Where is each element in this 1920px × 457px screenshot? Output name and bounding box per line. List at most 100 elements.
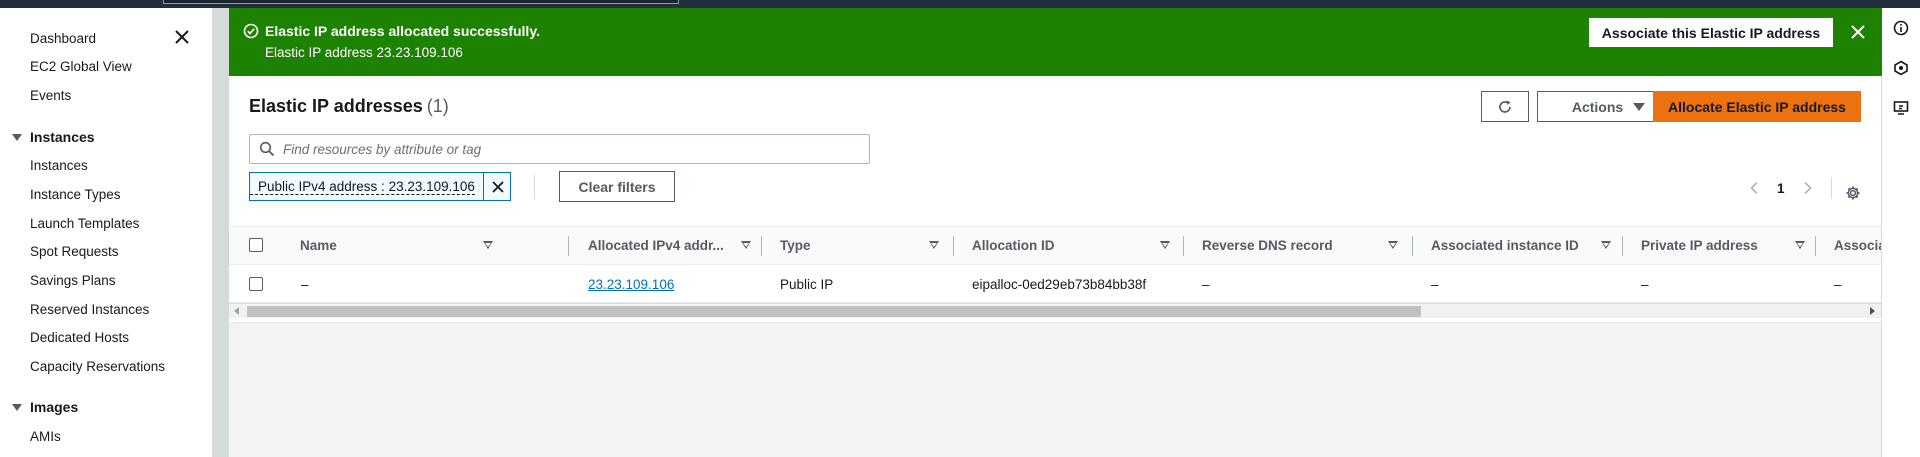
tools-rail	[1882, 8, 1920, 457]
cell-allocation-id: eipalloc-0ed29eb73b84bb38f	[972, 276, 1147, 292]
column-label: Reverse DNS record	[1202, 238, 1333, 253]
sort-icon	[483, 241, 493, 249]
cell-association: –	[1834, 276, 1842, 292]
caret-down-icon	[12, 403, 22, 411]
table-horizontal-scrollbar[interactable]	[229, 303, 1881, 318]
clear-filters-button[interactable]: Clear filters	[559, 171, 675, 202]
sidebar-scrollbar[interactable]	[212, 8, 229, 457]
resource-count: (1)	[426, 96, 449, 116]
sidebar-item-spot-requests[interactable]: Spot Requests	[30, 244, 119, 259]
caret-down-icon	[1633, 102, 1646, 111]
pager-divider	[1830, 177, 1832, 199]
top-nav-bar	[0, 0, 1920, 8]
close-icon[interactable]	[174, 29, 190, 45]
refresh-icon	[1499, 100, 1511, 113]
title-text: Elastic IP addresses	[249, 96, 423, 116]
column-separator[interactable]	[1412, 236, 1413, 256]
token-separator	[483, 173, 484, 200]
column-header-reverse-dns[interactable]: Reverse DNS record	[1202, 227, 1412, 264]
ip-link[interactable]: 23.23.109.106	[588, 277, 674, 292]
cell-allocated-ip: 23.23.109.106	[588, 265, 674, 303]
chevron-right-icon[interactable]	[1803, 181, 1813, 195]
column-label: Name	[300, 238, 337, 253]
scroll-right-arrow[interactable]	[1870, 307, 1875, 315]
sort-icon	[1160, 241, 1170, 249]
sidebar-section-images[interactable]: Images	[12, 399, 78, 415]
sidebar-item-dashboard[interactable]: Dashboard	[30, 31, 96, 46]
global-search-box[interactable]	[163, 0, 679, 4]
actions-label: Actions	[1571, 98, 1624, 115]
column-header-associated-instance-id[interactable]: Associated instance ID	[1431, 227, 1621, 264]
scroll-left-arrow[interactable]	[234, 307, 239, 315]
filter-token-label: Public IPv4 address : 23.23.109.106	[250, 179, 475, 195]
caret-down-icon	[12, 133, 22, 141]
flash-message: Elastic IP address 23.23.109.106	[265, 45, 463, 60]
search-icon	[259, 141, 275, 157]
column-separator[interactable]	[568, 236, 569, 256]
sidebar-section-label: Instances	[30, 129, 95, 145]
sort-icon	[1388, 241, 1398, 249]
associate-eip-button[interactable]: Associate this Elastic IP address	[1589, 18, 1833, 47]
sidebar-section-instances[interactable]: Instances	[12, 129, 95, 145]
flash-title: Elastic IP address allocated successfull…	[265, 23, 540, 39]
sidebar-item-instances[interactable]: Instances	[30, 158, 88, 173]
sidebar-item-capacity-reservations[interactable]: Capacity Reservations	[30, 359, 165, 374]
cell-type: Public IP	[780, 276, 834, 292]
sidebar-item-savings-plans[interactable]: Savings Plans	[30, 273, 116, 288]
cell-name: –	[301, 276, 309, 292]
dismiss-icon[interactable]	[1850, 24, 1866, 40]
sidebar-item-instance-types[interactable]: Instance Types	[30, 187, 121, 202]
search-field[interactable]	[249, 134, 870, 164]
filter-divider	[534, 175, 535, 199]
sidebar-item-dedicated-hosts[interactable]: Dedicated Hosts	[30, 330, 129, 345]
column-label: Private IP address	[1641, 238, 1758, 253]
success-flash: Elastic IP address allocated successfull…	[229, 8, 1882, 76]
column-label: Type	[780, 238, 811, 253]
row-checkbox[interactable]	[249, 277, 263, 291]
feedback-icon[interactable]	[1893, 60, 1909, 76]
column-separator[interactable]	[761, 236, 762, 256]
sort-icon	[1795, 241, 1805, 249]
sort-icon	[741, 241, 751, 249]
sidebar-item-amis[interactable]: AMIs	[30, 429, 61, 444]
column-separator[interactable]	[953, 236, 954, 256]
pagination: 1	[1749, 177, 1832, 199]
sidebar: Dashboard EC2 Global View Events Instanc…	[0, 8, 212, 457]
column-header-association[interactable]: Associa	[1834, 227, 1881, 264]
column-label: Allocation ID	[972, 238, 1055, 253]
sort-icon	[1601, 241, 1611, 249]
chevron-left-icon[interactable]	[1749, 181, 1759, 195]
remove-filter-icon[interactable]	[490, 179, 506, 195]
gear-icon[interactable]	[1845, 185, 1861, 201]
allocate-eip-button[interactable]: Allocate Elastic IP address	[1653, 91, 1861, 122]
sidebar-section-label: Images	[30, 399, 79, 415]
info-icon[interactable]	[1893, 20, 1909, 36]
sort-icon	[929, 241, 939, 249]
column-separator[interactable]	[1622, 236, 1623, 256]
eip-table-container: Elastic IP addresses (1) Actions Allocate…	[229, 76, 1881, 323]
column-header-name[interactable]: Name	[300, 227, 505, 264]
scroll-thumb[interactable]	[247, 306, 1421, 317]
page-title: Elastic IP addresses (1)	[249, 96, 449, 117]
column-separator[interactable]	[1183, 236, 1184, 256]
column-header-allocation-id[interactable]: Allocation ID	[972, 227, 1177, 264]
tutorial-icon[interactable]	[1893, 100, 1909, 116]
sidebar-item-reserved-instances[interactable]: Reserved Instances	[30, 302, 149, 317]
column-separator[interactable]	[1815, 236, 1816, 256]
select-all-checkbox[interactable]	[249, 238, 263, 252]
check-circle-icon	[243, 23, 259, 39]
search-input[interactable]	[283, 141, 869, 157]
cell-reverse-dns: –	[1202, 276, 1210, 292]
sidebar-item-launch-templates[interactable]: Launch Templates	[30, 216, 139, 231]
column-label: Associa	[1834, 238, 1881, 253]
column-header-private-ip[interactable]: Private IP address	[1641, 227, 1821, 264]
cell-private-ip: –	[1641, 276, 1649, 292]
refresh-button[interactable]	[1481, 91, 1529, 122]
filter-token[interactable]: Public IPv4 address : 23.23.109.106	[249, 172, 511, 201]
column-header-type[interactable]: Type	[780, 227, 945, 264]
column-header-allocated-ipv4[interactable]: Allocated IPv4 addr...	[588, 227, 758, 264]
sidebar-item-events[interactable]: Events	[30, 88, 71, 103]
sidebar-item-ec2-global-view[interactable]: EC2 Global View	[30, 59, 132, 74]
page-number[interactable]: 1	[1777, 181, 1785, 196]
table-row[interactable]: – 23.23.109.106 Public IP eipalloc-0ed29…	[229, 265, 1881, 303]
